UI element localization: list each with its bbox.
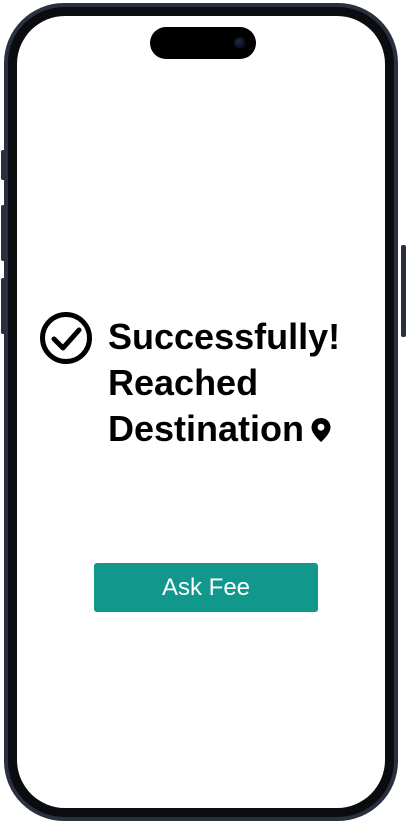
phone-bezel: Successfully! Reached Destination Ask Fe… xyxy=(8,7,394,817)
front-camera xyxy=(234,37,246,49)
destination-text: Destination xyxy=(108,408,305,449)
device-mockup: Successfully! Reached Destination Ask Fe… xyxy=(0,0,407,827)
success-message: Successfully! Reached Destination xyxy=(108,314,340,452)
destination-line: Destination xyxy=(108,406,340,452)
success-title: Successfully! xyxy=(108,316,341,357)
dynamic-island xyxy=(150,27,256,59)
phone-frame: Successfully! Reached Destination Ask Fe… xyxy=(4,3,398,821)
reached-text: Reached xyxy=(108,362,259,403)
location-pin-icon xyxy=(311,418,331,442)
app-screen: Successfully! Reached Destination Ask Fe… xyxy=(17,16,385,808)
power-button xyxy=(401,245,406,337)
ask-fee-button[interactable]: Ask Fee xyxy=(94,563,318,612)
check-circle-icon xyxy=(40,312,92,364)
